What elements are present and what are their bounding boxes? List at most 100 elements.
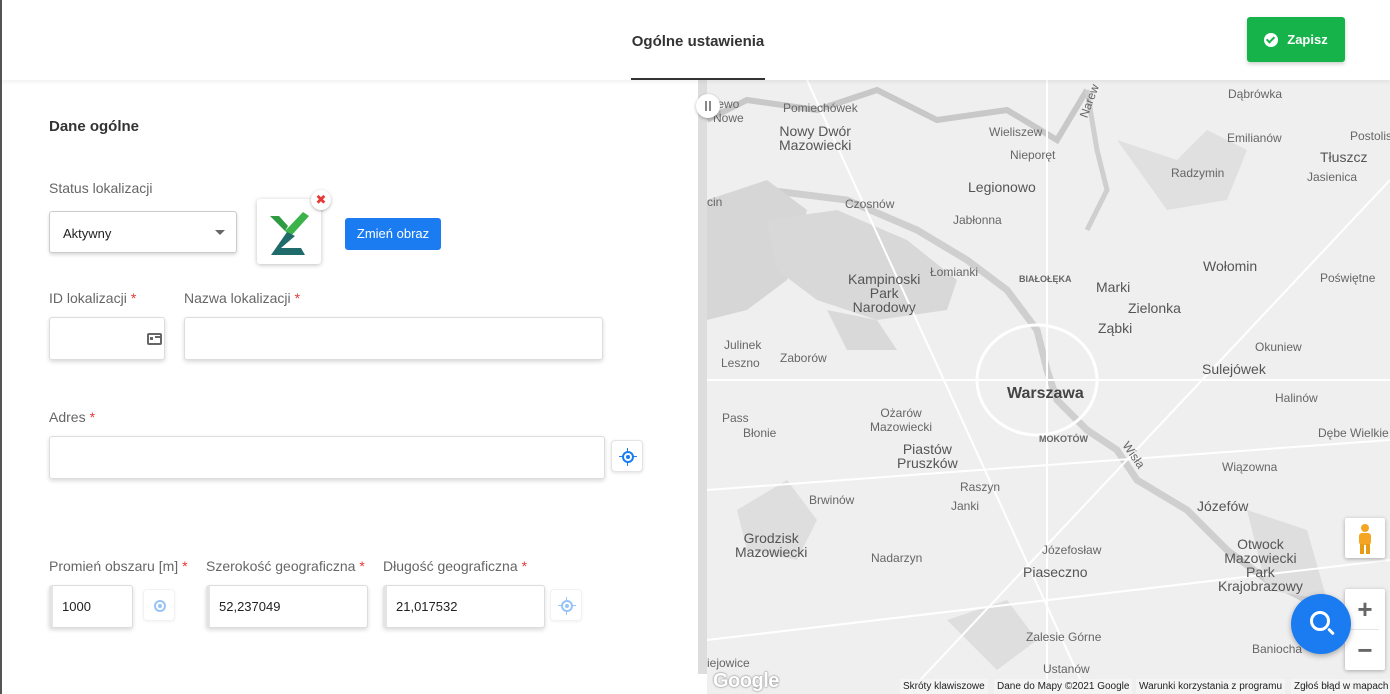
radius-field[interactable]: 1000 [49,585,133,628]
radius-label: Promień obszaru [m] * [49,558,188,574]
save-button[interactable]: Zapisz [1247,17,1345,62]
longitude-label-text: Długość geograficzna [383,558,518,574]
required-mark: * [521,558,528,574]
map-place-label: BIAŁOŁĘKA [1019,274,1072,284]
map-place-label: Janki [951,499,980,513]
longitude-field[interactable]: 21,017532 [383,585,545,628]
map-place-label: Kampinoski Park Narodowy [848,271,921,315]
map-place-label: Łomianki [930,265,979,279]
remove-image-icon[interactable]: ✖ [311,190,331,210]
map-place-label: iejowice [707,656,750,670]
map-place-label: Warszawa [1007,385,1084,402]
map-place-label: Leszno [721,356,760,370]
address-field[interactable] [49,436,605,479]
coordinates-locate-button[interactable] [550,589,582,621]
map-place-label: Nowy Dwór Mazowiecki [779,123,852,153]
pegman-figure [1359,524,1371,554]
map-place-label: Brwinów [809,493,855,507]
crosshair-icon [561,600,573,612]
map-search-button[interactable] [1291,594,1351,654]
map-place-label: Tłuszcz [1320,149,1368,165]
latitude-value: 52,237049 [219,599,281,614]
location-id-field[interactable] [49,317,165,360]
map-place-label: Piaseczno [1023,564,1088,580]
address-label-text: Adres [49,409,86,425]
map-place-label: Ząbki [1098,320,1133,336]
location-id-label: ID lokalizacji * [49,290,136,306]
map-place-label: Baniocha [1252,642,1303,656]
terms-link[interactable]: Warunki korzystania z programu [1136,679,1286,694]
map-place-label: Zielonka [1128,300,1181,316]
map-place-label: Sulejówek [1202,361,1266,377]
tab-general-settings[interactable]: Ogólne ustawienia [631,0,765,80]
map-place-label: Marki [1096,279,1131,295]
required-mark: * [359,558,365,574]
street-view-pegman-icon[interactable] [1345,518,1385,558]
map-place-label: Emilianów [1227,131,1282,145]
map-place-label: Okuniew [1255,340,1302,354]
map-place-label: Jasienica [1307,170,1358,184]
google-logo: Google [713,670,779,692]
logo-image [270,212,309,255]
zoom-out-button[interactable]: − [1345,630,1385,670]
map-place-label: Ustanów [1043,662,1090,676]
map-place-label: Wiązowna [1222,460,1278,474]
map-place-label: cin [707,195,723,209]
map-place-label: Ożarów Mazowiecki [870,406,933,434]
check-circle-icon [1264,32,1279,47]
map-place-label: Nieporęt [1010,148,1056,162]
location-name-label: Nazwa lokalizacji * [184,290,300,306]
latitude-label-text: Szerokość geograficzna [206,558,356,574]
map-place-label: Dąbrówka [1228,87,1283,101]
map-place-label: Pomiechówek [783,101,858,115]
general-data-form: Dane ogólne Status lokalizacji Aktywny ✖… [2,80,698,694]
report-error-link[interactable]: Zgłoś błąd w mapach [1291,679,1390,694]
crosshair-icon [622,451,634,463]
save-button-label: Zapisz [1287,32,1328,47]
map-data-attribution: Dane do Mapy ©2021 Google [994,679,1133,694]
latitude-label: Szerokość geograficzna * [206,558,365,574]
status-select[interactable]: Aktywny [49,211,237,253]
id-card-icon[interactable] [147,333,162,345]
zoom-in-button[interactable]: + [1345,589,1385,629]
location-name-field[interactable] [184,317,603,360]
location-id-label-text: ID lokalizacji [49,290,127,306]
map-place-label: Zaborów [780,351,827,365]
map-place-label: Julinek [724,338,762,352]
map-place-label: Poświętne [1320,271,1376,285]
map-place-label: Postoliska [1350,129,1390,143]
map-place-label: Czosnów [845,197,895,211]
map-place-label: Legionowo [968,179,1036,195]
map-place-label: Nadarzyn [871,551,923,565]
radius-label-text: Promień obszaru [m] [49,558,179,574]
status-label: Status lokalizacji [49,180,153,196]
section-title: Dane ogólne [49,118,140,135]
map-place-label: Otwock Mazowiecki Park Krajobrazowy [1218,536,1303,594]
address-label: Adres * [49,409,95,425]
map-place-label: Zalesie Górne [1026,630,1102,644]
map[interactable]: Dąbrówka Pomiechówek Nowy Dwór Mazowiecki Wi… [707,80,1390,694]
location-name-label-text: Nazwa lokalizacji [184,290,291,306]
search-icon-handle [1327,627,1335,636]
map-place-label: Grodzisk Mazowiecki [735,530,808,560]
radius-value: 1000 [62,599,91,614]
change-image-button[interactable]: Zmień obraz [345,218,441,250]
map-place-label: Halinów [1275,391,1318,405]
splitter-handle-icon[interactable] [696,94,720,118]
map-place-label: Piastów Pruszków [897,441,958,471]
map-place-label: MOKOTÓW [1039,434,1088,444]
location-logo [257,199,321,264]
header: Ogólne ustawienia Zapisz [2,0,1390,80]
map-place-label: Pass [722,411,749,425]
required-mark: * [130,290,137,306]
radius-target-button[interactable] [143,589,175,621]
required-mark: * [182,558,188,574]
panel-splitter[interactable] [698,80,707,674]
locate-address-button[interactable] [611,440,643,472]
latitude-field[interactable]: 52,237049 [206,585,368,628]
zoom-control: + − [1345,589,1385,670]
map-place-label: Raszyn [960,480,1001,494]
map-place-label: Radzymin [1171,166,1225,180]
keyboard-shortcuts-link[interactable]: Skróty klawiszowe [900,679,988,694]
required-mark: * [89,409,96,425]
